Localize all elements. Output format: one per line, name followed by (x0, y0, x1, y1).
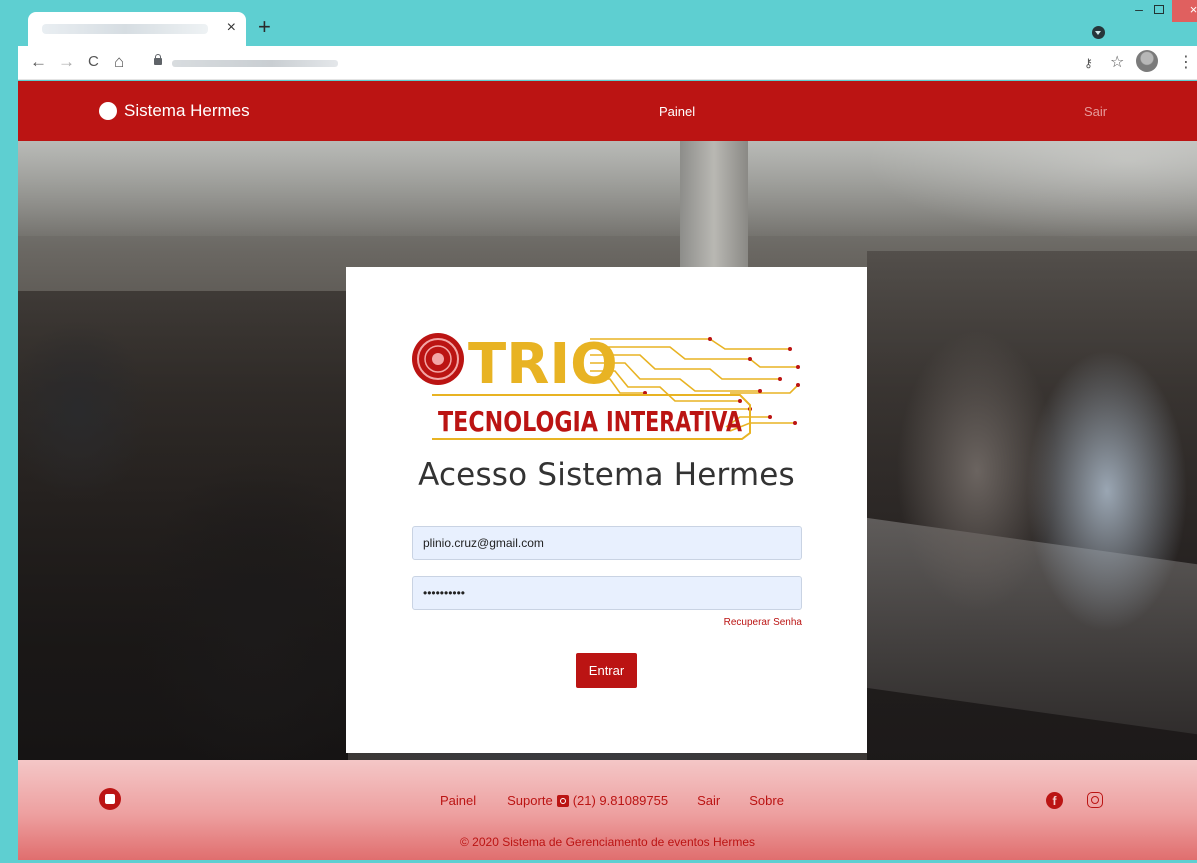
url-blurred (172, 60, 338, 67)
footer-phone: (21) 9.81089755 (572, 793, 669, 808)
bookmark-star-icon[interactable]: ☆ (1110, 52, 1124, 72)
media-control-icon[interactable] (1092, 26, 1105, 39)
email-field[interactable] (412, 526, 802, 560)
whatsapp-icon (556, 794, 569, 807)
top-navbar: Sistema Hermes Painel Sair (18, 81, 1197, 141)
footer-link-sobre[interactable]: Sobre (749, 793, 784, 808)
tab-close-icon[interactable]: × (227, 18, 236, 38)
reload-icon[interactable]: C (88, 52, 99, 72)
window-minimize-button[interactable]: – (1128, 0, 1150, 20)
footer-logo-icon (99, 788, 121, 810)
svg-text:TECNOLOGIA: TECNOLOGIA (438, 405, 598, 438)
footer-copyright: © 2020 Sistema de Gerenciamento de event… (460, 835, 755, 849)
hero-background-photo: TRIO TECNOLOGIA INTERATIVA Acesso Sistem… (18, 141, 1197, 760)
footer-link-sair[interactable]: Sair (697, 793, 720, 808)
brand-name: Sistema Hermes (124, 101, 250, 120)
address-bar[interactable] (146, 51, 1056, 75)
photo-crowd-right (867, 251, 1197, 760)
brand-link[interactable]: Sistema Hermes (99, 101, 250, 121)
browser-tab[interactable]: × (28, 12, 246, 46)
window-close-button[interactable]: × (1172, 0, 1197, 22)
footer-link-painel[interactable]: Painel (440, 793, 476, 808)
tab-title-blurred (42, 24, 208, 34)
web-page: Sistema Hermes Painel Sair TRIO TECNOLOG… (18, 81, 1197, 860)
page-footer: Painel Suporte (21) 9.81089755 Sair Sobr… (18, 760, 1197, 860)
forward-arrow-icon[interactable]: → (58, 52, 75, 72)
window-maximize-button[interactable] (1154, 5, 1164, 14)
footer-link-suporte[interactable]: Suporte (507, 793, 553, 808)
login-card: TRIO TECNOLOGIA INTERATIVA Acesso Sistem… (346, 267, 867, 753)
back-arrow-icon[interactable]: ← (30, 52, 47, 72)
photo-pillar (680, 141, 748, 271)
footer-nav: Painel Suporte (21) 9.81089755 Sair Sobr… (440, 793, 784, 808)
enter-button[interactable]: Entrar (576, 653, 637, 688)
nav-link-sair[interactable]: Sair (1084, 104, 1107, 119)
photo-crowd-left (18, 291, 348, 760)
profile-avatar[interactable] (1136, 50, 1158, 72)
password-key-icon[interactable]: ⚷ (1084, 56, 1093, 70)
trio-logo: TRIO TECNOLOGIA INTERATIVA (412, 332, 800, 440)
recover-password-link[interactable]: Recuperar Senha (412, 617, 802, 628)
browser-toolbar: ← → C ⌂ ⚷ ☆ ⋮ (18, 46, 1197, 80)
lock-icon (154, 54, 162, 65)
password-field[interactable] (412, 576, 802, 610)
login-title: Acesso Sistema Hermes (418, 457, 795, 493)
browser-menu-icon[interactable]: ⋮ (1178, 52, 1194, 72)
nav-link-painel[interactable]: Painel (659, 104, 695, 119)
home-icon[interactable]: ⌂ (114, 52, 124, 72)
facebook-icon[interactable]: f (1046, 792, 1063, 809)
instagram-icon[interactable] (1087, 792, 1103, 808)
photo-ceiling (18, 141, 1197, 236)
browser-titlebar: × + – × (18, 0, 1197, 46)
brand-logo-icon (99, 102, 117, 120)
svg-text:TRIO: TRIO (468, 332, 618, 397)
new-tab-button[interactable]: + (258, 16, 271, 38)
svg-text:INTERATIVA: INTERATIVA (606, 405, 742, 438)
